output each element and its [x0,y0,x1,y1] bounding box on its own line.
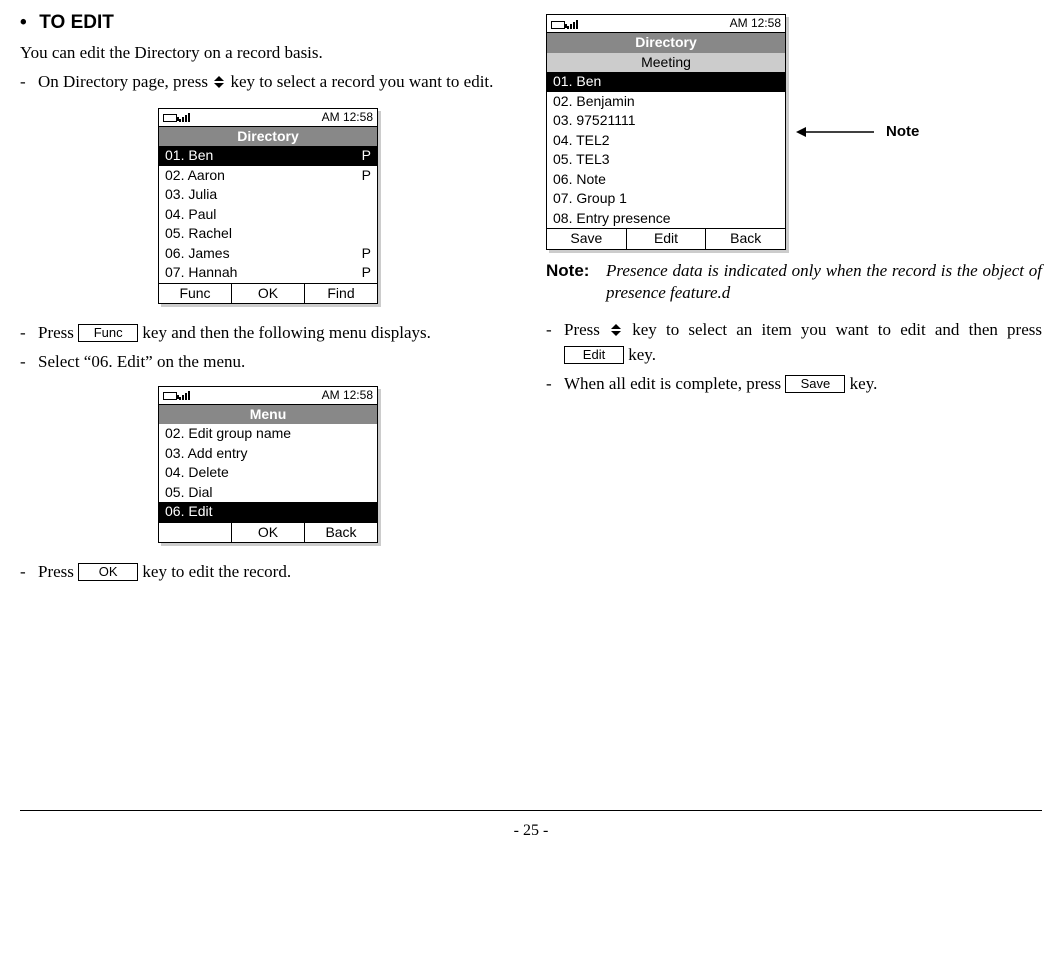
battery-icon [163,392,177,400]
note-label: Note: [546,260,606,306]
intro-paragraph: You can edit the Directory on a record b… [20,42,516,65]
screen-title: Directory [547,33,785,53]
list-item[interactable]: 05. Dial [159,483,377,503]
callout-label: Note [886,122,919,142]
battery-icon [163,114,177,122]
list-item[interactable]: 06. Edit [159,502,377,522]
softkey-ok[interactable]: OK [232,523,305,543]
updown-icon [212,73,226,96]
list-item[interactable]: 04. Paul [159,205,377,225]
status-icons [163,112,190,122]
clock: AM 12:58 [730,16,781,31]
list-dash: - [20,561,38,584]
list-item[interactable]: 05. TEL3 [547,150,785,170]
softkey-blank [159,523,232,543]
list-dash: - [20,71,38,96]
battery-icon [551,21,565,29]
step-text: On Directory page, press key to select a… [38,71,516,96]
step-text: Press Func key and then the following me… [38,322,516,345]
clock: AM 12:58 [322,110,373,125]
ok-key: OK [78,563,138,581]
save-key: Save [785,375,845,393]
softkey-back[interactable]: Back [305,523,377,543]
list-item[interactable]: 03. Add entry [159,444,377,464]
list-item[interactable]: 06. Note [547,170,785,190]
note-text: Presence data is indicated only when the… [606,260,1042,306]
softkey-back[interactable]: Back [706,229,785,249]
signal-icon [179,390,190,400]
callout-arrow-icon [796,124,876,140]
list-item[interactable]: 01. Ben [547,72,785,92]
signal-icon [567,19,578,29]
step-text: Press OK key to edit the record. [38,561,516,584]
status-icons [551,19,578,29]
list-dash: - [20,322,38,345]
list-item[interactable]: 02. Benjamin [547,92,785,112]
section-title-text: TO EDIT [39,12,114,33]
signal-icon [179,112,190,122]
list-item[interactable]: 04. Delete [159,463,377,483]
softkey-edit[interactable]: Edit [627,229,707,249]
list-item[interactable]: 07. HannahP [159,263,377,283]
list-item[interactable]: 02. AaronP [159,166,377,186]
list-item[interactable]: 05. Rachel [159,224,377,244]
func-key: Func [78,324,138,342]
phone-screen-menu: AM 12:58 Menu 02. Edit group name 03. Ad… [158,386,378,544]
clock: AM 12:58 [322,388,373,403]
updown-icon [609,321,623,344]
softkey-save[interactable]: Save [547,229,627,249]
softkey-ok[interactable]: OK [232,284,305,304]
list-item[interactable]: 06. JamesP [159,244,377,264]
list-item[interactable]: 03. 97521111 [547,111,785,131]
softkey-find[interactable]: Find [305,284,377,304]
step-text: When all edit is complete, press Save ke… [564,373,1042,396]
screen-title: Directory [159,127,377,147]
list-item[interactable]: 03. Julia [159,185,377,205]
edit-key: Edit [564,346,624,364]
section-heading: • TO EDIT [20,10,516,36]
step-text: Select “06. Edit” on the menu. [38,351,516,374]
list-item[interactable]: 04. TEL2 [547,131,785,151]
phone-screen-directory: AM 12:58 Directory 01. BenP 02. AaronP 0… [158,108,378,305]
list-dash: - [546,319,564,367]
step-text: Press key to select an item you want to … [564,319,1042,367]
list-item[interactable]: 08. Entry presence [547,209,785,229]
softkey-func[interactable]: Func [159,284,232,304]
phone-screen-edit: AM 12:58 Directory Meeting 01. Ben 02. B… [546,14,786,250]
bullet-icon: • [20,10,34,36]
list-item[interactable]: 07. Group 1 [547,189,785,209]
footer-rule [20,810,1042,811]
page-number: - 25 - [20,820,1042,842]
list-dash: - [20,351,38,374]
screen-title: Menu [159,405,377,425]
list-item[interactable]: 02. Edit group name [159,424,377,444]
status-icons [163,390,190,400]
screen-subtitle: Meeting [547,53,785,73]
list-item[interactable]: 01. BenP [159,146,377,166]
list-dash: - [546,373,564,396]
